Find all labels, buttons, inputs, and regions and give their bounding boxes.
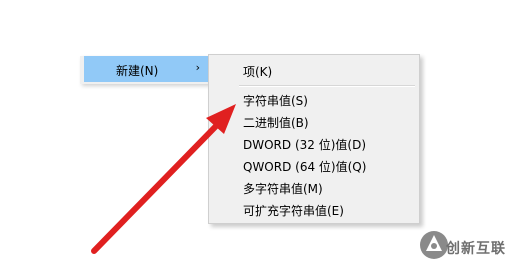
watermark-text: 创新互联 [446,241,506,257]
